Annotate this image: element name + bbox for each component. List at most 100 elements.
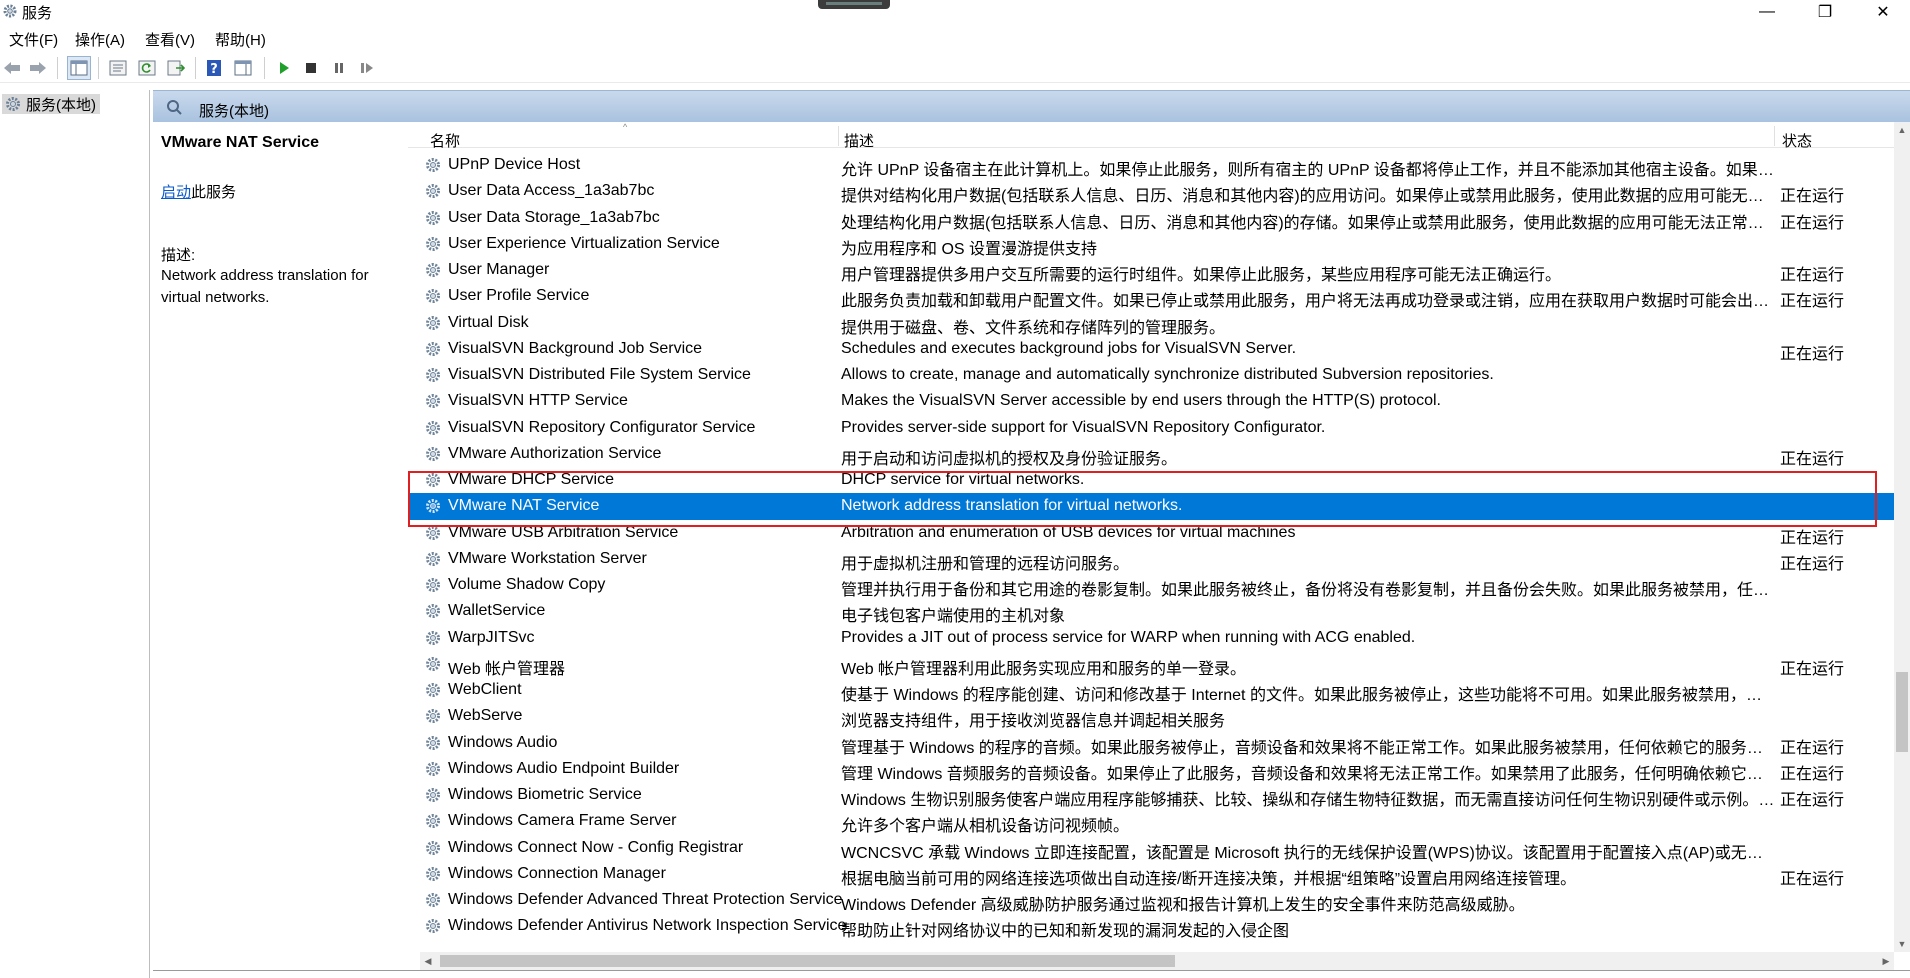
scroll-down-icon[interactable]: ▼ <box>1894 936 1910 952</box>
column-header-name[interactable]: 名称 <box>430 130 460 151</box>
service-action: 启动此服务 <box>161 181 236 202</box>
gear-icon <box>426 184 440 199</box>
table-row[interactable]: VMware Authorization Service 用于启动和访问虚拟机的授… <box>408 441 1902 468</box>
table-row[interactable]: VisualSVN HTTP Service Makes the VisualSV… <box>408 388 1902 414</box>
start-service-button[interactable] <box>272 56 296 80</box>
table-row[interactable]: User Experience Virtualization Service 为应… <box>408 231 1902 258</box>
scroll-right-icon[interactable]: ▶ <box>1878 952 1894 970</box>
service-description-cell: 电子钱包客户端使用的主机对象 <box>841 608 1066 626</box>
scroll-thumb[interactable] <box>1896 672 1908 752</box>
service-name: User Profile Service <box>448 287 590 305</box>
table-row[interactable]: User Profile Service 此服务负责加载和卸载用户配置文件。如果已… <box>408 283 1902 310</box>
table-row[interactable]: VisualSVN Background Job Service Schedule… <box>408 336 1902 363</box>
gear-icon <box>426 158 440 172</box>
table-row[interactable]: Windows Audio 管理基于 Windows 的程序的音频。如果此服务被停… <box>408 730 1902 757</box>
taskbar-thumbnail <box>818 0 890 9</box>
stop-service-button[interactable] <box>299 56 323 80</box>
header-title: 服务(本地) <box>199 103 269 120</box>
back-arrow-icon <box>4 62 20 74</box>
service-description-cell: 处理结构化用户数据(包括联系人信息、日历、消息和其他内容)的存储。如果停止或禁用… <box>841 214 1776 232</box>
help-button[interactable]: ? <box>202 56 226 80</box>
export-list-button[interactable] <box>164 56 188 80</box>
service-name: VisualSVN Background Job Service <box>448 339 703 357</box>
service-description-cell: 允许多个客户端从相机设备访问视频帧。 <box>841 818 1130 836</box>
service-description-cell: 提供对结构化用户数据(包括联系人信息、日历、消息和其他内容)的应用访问。如果停止… <box>841 188 1776 206</box>
gear-icon <box>426 761 440 776</box>
forward-button[interactable] <box>26 56 50 80</box>
gear-icon <box>426 788 440 802</box>
maximize-icon: ❐ <box>1817 4 1833 21</box>
table-row[interactable]: UPnP Device Host 允许 UPnP 设备宿主在此计算机上。如果停止此… <box>408 152 1902 179</box>
table-row[interactable]: VMware USB Arbitration Service Arbitratio… <box>408 520 1902 547</box>
table-row[interactable]: User Manager 用户管理器提供多用户交互所需要的运行时组件。如果停止此服… <box>408 257 1902 284</box>
service-action-suffix: 此服务 <box>191 184 237 201</box>
minimize-button[interactable]: — <box>1744 0 1790 24</box>
scroll-left-icon[interactable]: ◀ <box>420 952 436 970</box>
back-button[interactable] <box>0 56 24 80</box>
table-row[interactable]: Windows Audio Endpoint Builder 管理 Windows… <box>408 756 1902 783</box>
menu-help[interactable]: 帮助(H) <box>215 29 266 50</box>
table-row[interactable]: Web 帐户管理器 Web 帐户管理器利用此服务实现应用和服务的单一登录。 正在运行 <box>408 651 1902 678</box>
gear-icon <box>426 368 440 382</box>
menu-file[interactable]: 文件(F) <box>9 29 58 50</box>
svg-text:?: ? <box>210 62 218 77</box>
start-service-link[interactable]: 启动 <box>161 184 191 201</box>
tree-node-local-services[interactable]: 服务(本地) <box>2 94 100 114</box>
table-row[interactable]: Windows Camera Frame Server 允许多个客户端从相机设备访… <box>408 808 1902 836</box>
service-name: Virtual Disk <box>448 313 529 331</box>
table-row[interactable]: VMware DHCP Service DHCP service for virt… <box>408 467 1902 493</box>
table-row[interactable]: Volume Shadow Copy 管理并执行用于备份和其它用途的卷影复制。如果… <box>408 572 1902 599</box>
column-header-description[interactable]: 描述 <box>844 130 874 151</box>
gear-icon <box>426 525 440 540</box>
properties-icon <box>109 60 127 76</box>
gear-icon <box>426 263 440 277</box>
menu-action[interactable]: 操作(A) <box>75 29 125 50</box>
gear-icon <box>426 289 440 304</box>
table-row[interactable]: WebServe 浏览器支持组件，用于接收浏览器信息并调起相关服务 <box>408 703 1902 730</box>
table-row[interactable]: Windows Defender Advanced Threat Protect… <box>408 887 1902 914</box>
service-description-cell: Provides server-side support for VisualS… <box>841 418 1326 436</box>
service-description-cell: Network address translation for virtual … <box>841 497 1183 515</box>
table-row[interactable]: WarpJITSvc Provides a JIT out of process … <box>408 625 1902 651</box>
horizontal-scrollbar[interactable]: ◀ ▶ <box>420 952 1894 970</box>
table-row[interactable]: Windows Defender Antivirus Network Inspe… <box>408 913 1902 940</box>
table-row[interactable]: Virtual Disk 提供用于磁盘、卷、文件系统和存储阵列的管理服务。 <box>408 310 1902 337</box>
show-console-tree-button[interactable] <box>67 56 91 80</box>
action-pane-button[interactable] <box>231 56 255 80</box>
service-name: Web 帐户管理器 <box>448 660 566 678</box>
pause-service-icon <box>335 63 343 73</box>
service-status: 正在运行 <box>1780 739 1845 757</box>
service-name: Windows Audio <box>448 733 558 751</box>
menu-bar: 文件(F) 操作(A) 查看(V) 帮助(H) <box>0 27 1910 51</box>
maximize-button[interactable]: ❐ <box>1802 0 1848 24</box>
table-row[interactable]: Windows Connect Now - Config Registrar WC… <box>408 835 1902 862</box>
table-row[interactable]: WebClient 使基于 Windows 的程序能创建、访问和修改基于 Inte… <box>408 677 1902 704</box>
table-row[interactable]: VMware NAT Service Network address transl… <box>408 493 1902 520</box>
table-row[interactable]: WalletService 电子钱包客户端使用的主机对象 <box>408 598 1902 626</box>
table-row[interactable]: Windows Connection Manager 根据电脑当前可用的网络连接选… <box>408 861 1902 888</box>
column-header-status[interactable]: 状态 <box>1782 130 1812 151</box>
service-description-cell: 允许 UPnP 设备宿主在此计算机上。如果停止此服务，则所有宿主的 UPnP 设… <box>841 162 1776 179</box>
table-row[interactable]: VisualSVN Distributed File System Servic… <box>408 362 1902 388</box>
gear-icon <box>426 814 440 829</box>
pause-service-button[interactable] <box>327 56 351 80</box>
close-button[interactable]: ✕ <box>1860 0 1906 24</box>
table-row[interactable]: VMware Workstation Server 用于虚拟机注册和管理的远程访问… <box>408 546 1902 573</box>
service-name: User Manager <box>448 261 550 278</box>
service-name: Windows Biometric Service <box>448 786 642 803</box>
service-name: Windows Camera Frame Server <box>448 812 677 830</box>
menu-view[interactable]: 查看(V) <box>145 29 195 50</box>
gear-icon <box>426 473 440 487</box>
gear-icon <box>426 578 440 592</box>
table-row[interactable]: Windows Biometric Service Windows 生物识别服务使… <box>408 782 1902 809</box>
vertical-scrollbar[interactable]: ▲ ▼ <box>1894 122 1910 952</box>
scroll-up-icon[interactable]: ▲ <box>1894 122 1910 138</box>
start-service-icon <box>280 62 289 74</box>
refresh-button[interactable] <box>135 56 159 80</box>
table-row[interactable]: User Data Access_1a3ab7bc 提供对结构化用户数据(包括联系… <box>408 178 1902 206</box>
hscroll-thumb[interactable] <box>440 955 1175 967</box>
properties-button[interactable] <box>106 56 130 80</box>
table-row[interactable]: VisualSVN Repository Configurator Servic… <box>408 415 1902 441</box>
restart-service-button[interactable] <box>355 56 379 80</box>
table-row[interactable]: User Data Storage_1a3ab7bc 处理结构化用户数据(包括联系… <box>408 205 1902 232</box>
